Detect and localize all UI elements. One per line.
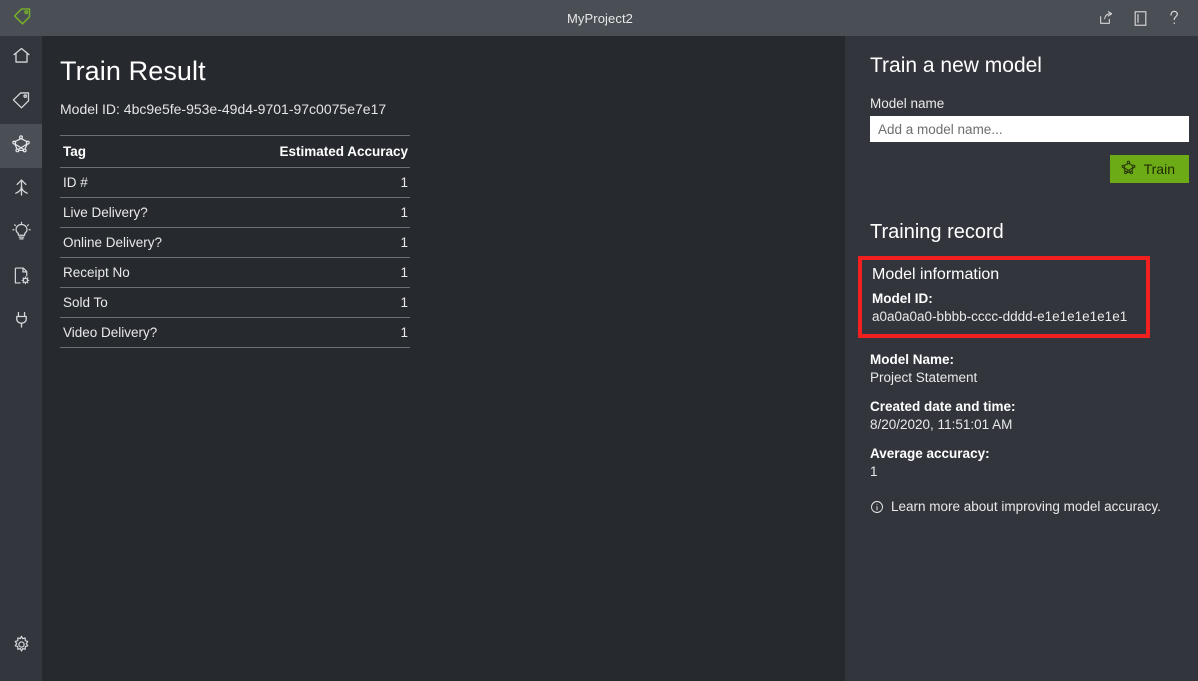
model-name-value: Project Statement [870, 370, 1178, 385]
train-new-model-heading: Train a new model [870, 54, 1178, 78]
cell-tag: Video Delivery? [60, 318, 213, 348]
train-model-icon [10, 133, 32, 160]
model-id-key: Model ID: [872, 291, 1138, 306]
table-row: Online Delivery? 1 [60, 228, 410, 258]
cell-tag: Online Delivery? [60, 228, 213, 258]
sidebar-item-document-settings[interactable] [0, 256, 42, 300]
average-accuracy-key: Average accuracy: [870, 446, 1178, 461]
window-title: MyProject2 [44, 11, 1096, 26]
train-button-label: Train [1144, 161, 1175, 177]
learn-more-label: Learn more about improving model accurac… [891, 499, 1161, 514]
model-information-title: Model information [872, 266, 1138, 284]
sidebar-item-compose[interactable] [0, 168, 42, 212]
created-date-value: 8/20/2020, 11:51:01 AM [870, 417, 1178, 432]
train-model-icon [1120, 159, 1137, 179]
table-row: Sold To 1 [60, 288, 410, 318]
lightbulb-icon [11, 221, 32, 247]
main-content: Train Result Model ID: 4bc9e5fe-953e-49d… [42, 36, 845, 681]
model-details: Model Name: Project Statement Created da… [859, 352, 1178, 514]
model-name-input[interactable] [870, 116, 1189, 142]
cell-accuracy: 1 [213, 228, 410, 258]
sidebar-item-home[interactable] [0, 36, 42, 80]
sidebar-item-settings[interactable] [0, 625, 42, 669]
cell-tag: Sold To [60, 288, 213, 318]
right-panel: Train a new model Model name Train [845, 36, 1198, 681]
train-new-model-section: Train a new model Model name Train [859, 54, 1178, 183]
model-id-value: a0a0a0a0-bbbb-cccc-dddd-e1e1e1e1e1e1 [872, 309, 1138, 324]
sidebar-item-predict[interactable] [0, 212, 42, 256]
training-record-heading: Training record [859, 221, 1178, 244]
model-information-highlight: Model information Model ID: a0a0a0a0-bbb… [858, 256, 1150, 338]
cell-accuracy: 1 [213, 318, 410, 348]
cell-accuracy: 1 [213, 168, 410, 198]
average-accuracy-value: 1 [870, 464, 1178, 479]
documentation-icon[interactable] [1130, 7, 1150, 29]
cell-tag: ID # [60, 168, 213, 198]
compose-icon [11, 177, 32, 203]
table-row: Video Delivery? 1 [60, 318, 410, 348]
cell-accuracy: 1 [213, 198, 410, 228]
app-logo [0, 0, 44, 36]
table-header-row: Tag Estimated Accuracy [60, 136, 410, 168]
share-icon[interactable] [1096, 7, 1116, 29]
table-row: Receipt No 1 [60, 258, 410, 288]
title-bar: MyProject2 [0, 0, 1198, 36]
column-header-estimated-accuracy: Estimated Accuracy [213, 136, 410, 168]
column-header-tag: Tag [60, 136, 213, 168]
cell-tag: Live Delivery? [60, 198, 213, 228]
sidebar-item-connections[interactable] [0, 300, 42, 344]
home-icon [11, 45, 32, 71]
tag-icon [12, 5, 33, 31]
table-row: Live Delivery? 1 [60, 198, 410, 228]
titlebar-actions [1096, 7, 1198, 29]
learn-more-link[interactable]: Learn more about improving model accurac… [870, 499, 1178, 514]
table-row: ID # 1 [60, 168, 410, 198]
document-settings-icon [11, 265, 32, 291]
train-result-table: Tag Estimated Accuracy ID # 1 Live Deliv… [60, 135, 410, 348]
train-result-model-id: Model ID: 4bc9e5fe-953e-49d4-9701-97c007… [60, 101, 845, 117]
tag-icon [11, 89, 32, 115]
created-date-group: Created date and time: 8/20/2020, 11:51:… [870, 399, 1178, 432]
model-name-label: Model name [870, 96, 1178, 111]
train-button[interactable]: Train [1110, 155, 1189, 183]
table-body: ID # 1 Live Delivery? 1 Online Delivery?… [60, 168, 410, 348]
train-button-row: Train [870, 155, 1189, 183]
info-icon [870, 500, 884, 514]
cell-accuracy: 1 [213, 288, 410, 318]
cell-accuracy: 1 [213, 258, 410, 288]
sidebar-item-train[interactable] [0, 124, 42, 168]
cell-tag: Receipt No [60, 258, 213, 288]
model-name-key: Model Name: [870, 352, 1178, 367]
page-title: Train Result [60, 56, 845, 87]
gear-icon [11, 634, 32, 660]
created-date-key: Created date and time: [870, 399, 1178, 414]
plug-icon [11, 309, 32, 335]
average-accuracy-group: Average accuracy: 1 [870, 446, 1178, 479]
sidebar-item-tag[interactable] [0, 80, 42, 124]
model-id-group: Model ID: a0a0a0a0-bbbb-cccc-dddd-e1e1e1… [872, 291, 1138, 324]
help-icon[interactable] [1164, 7, 1184, 29]
left-navigation-rail [0, 36, 42, 681]
model-name-group: Model Name: Project Statement [870, 352, 1178, 385]
